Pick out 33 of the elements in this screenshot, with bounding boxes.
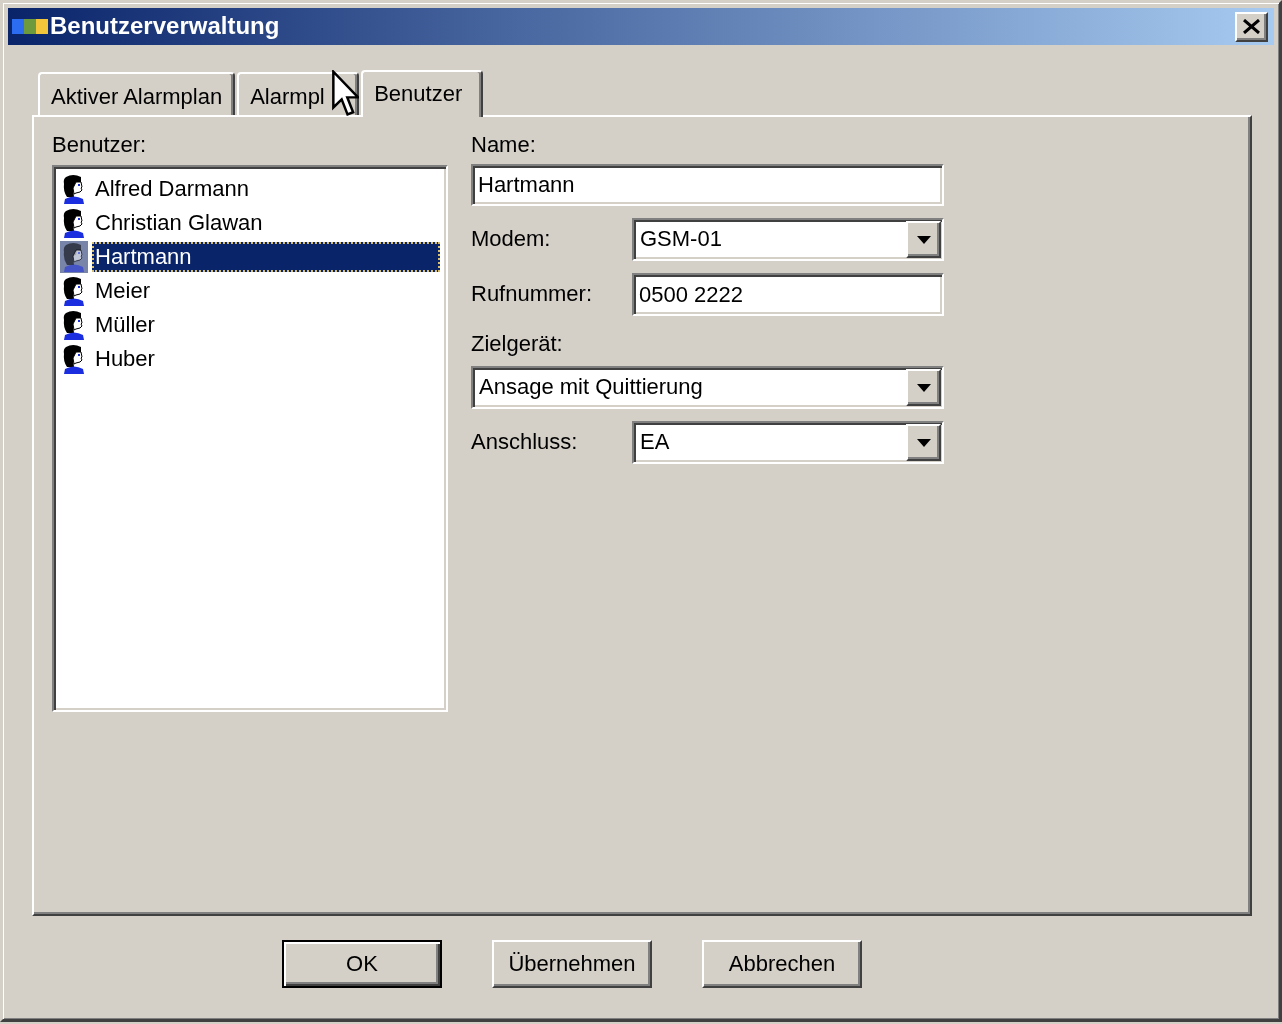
field-label: Anschluss: bbox=[471, 430, 579, 455]
close-icon bbox=[1243, 19, 1260, 34]
dialog-button[interactable]: OK bbox=[282, 940, 442, 988]
dialog-button[interactable]: Übernehmen bbox=[492, 940, 652, 988]
text-field[interactable]: 0500 2222 bbox=[632, 273, 944, 316]
dropdown-field[interactable]: GSM-01 bbox=[632, 218, 944, 261]
close-button[interactable] bbox=[1235, 11, 1268, 42]
caret-icon bbox=[916, 438, 931, 447]
tab[interactable]: Aktiver Alarmplan bbox=[38, 72, 236, 115]
user-list-item[interactable]: Christian Glawan bbox=[60, 206, 440, 240]
tab[interactable]: Benutzer bbox=[361, 70, 484, 117]
caret-icon bbox=[916, 383, 931, 392]
user-list-item[interactable]: Müller bbox=[60, 308, 440, 342]
list-label: Benutzer: bbox=[52, 133, 147, 157]
dropdown-field[interactable]: EA bbox=[632, 421, 944, 464]
user-icon bbox=[60, 241, 88, 273]
dropdown-field[interactable]: Ansage mit Quittierung bbox=[471, 366, 944, 409]
text-field[interactable]: Hartmann bbox=[471, 164, 944, 206]
caret-icon bbox=[916, 235, 931, 244]
field-label: Zielgerät: bbox=[471, 332, 563, 356]
tiles-icon bbox=[12, 19, 48, 34]
dropdown-button[interactable] bbox=[906, 221, 941, 258]
dropdown-button[interactable] bbox=[906, 369, 941, 406]
user-list-item[interactable]: Alfred Darmann bbox=[60, 172, 440, 206]
field-label: Rufnummer: bbox=[471, 282, 594, 307]
user-list[interactable]: Alfred Darmann Christian Glawan Hartmann Meier Müller Huber bbox=[52, 165, 448, 712]
user-list-item[interactable]: Meier bbox=[60, 274, 440, 308]
field-label: Name: bbox=[471, 133, 536, 157]
window-title: Benutzerverwaltung bbox=[50, 13, 280, 40]
dialog-button[interactable]: Abbrechen bbox=[702, 940, 862, 988]
dropdown-button[interactable] bbox=[906, 424, 941, 461]
user-list-item[interactable]: Huber bbox=[60, 342, 440, 376]
field-label: Modem: bbox=[471, 227, 552, 252]
